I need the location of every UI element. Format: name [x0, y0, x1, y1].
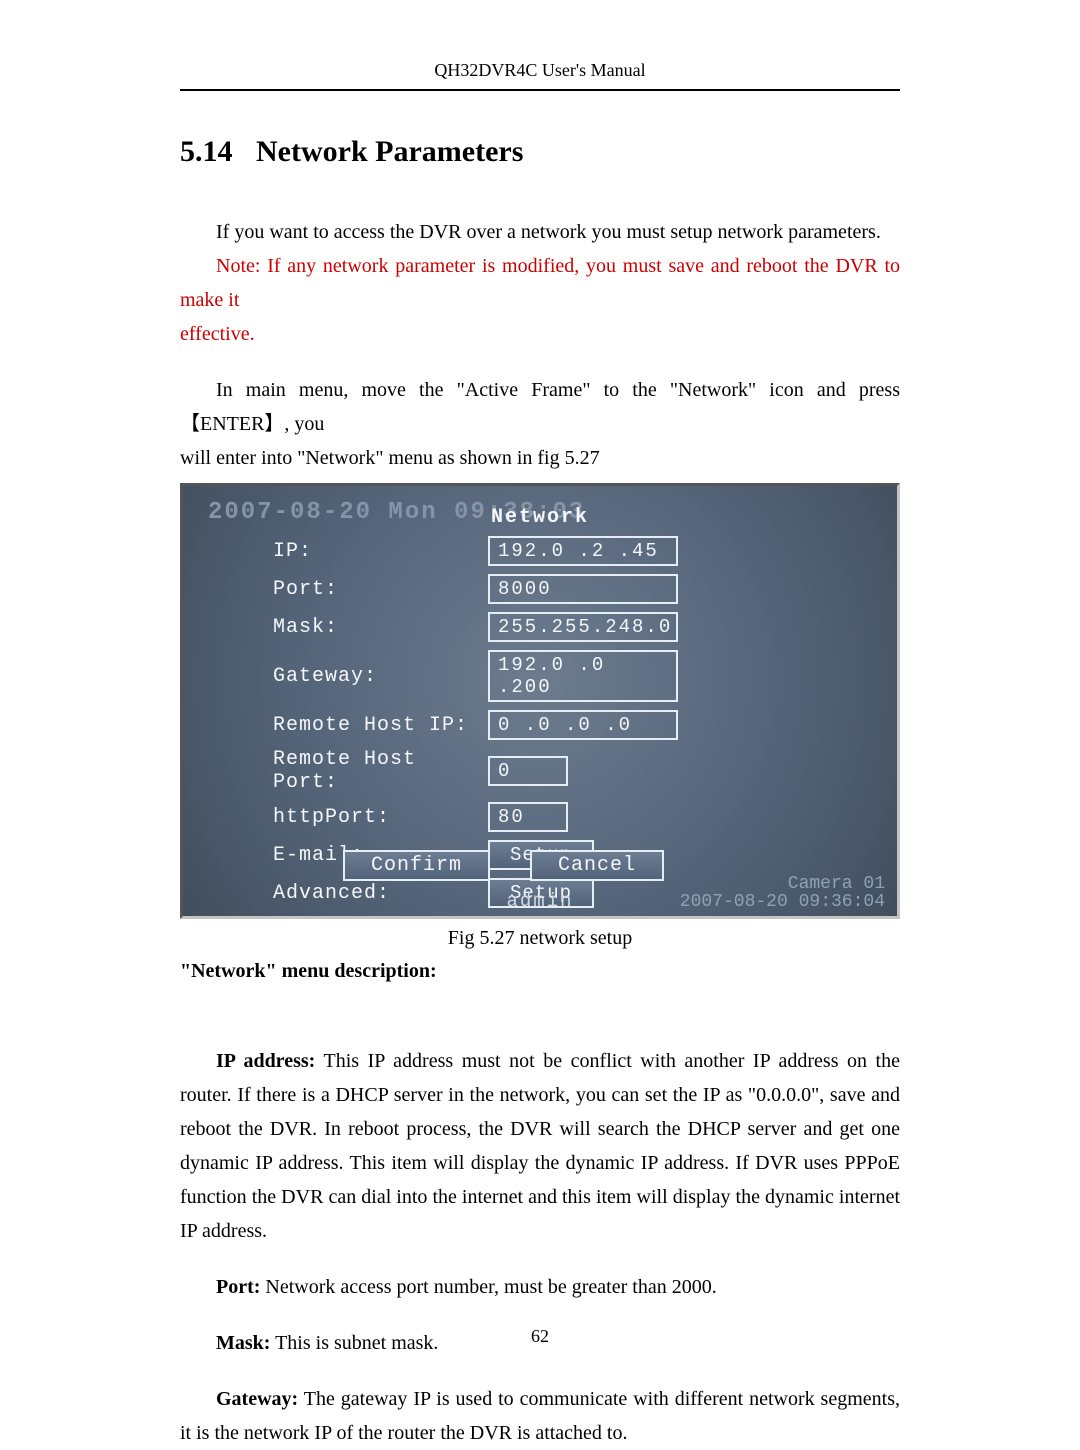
- intro-block: If you want to access the DVR over a net…: [180, 215, 900, 351]
- section-heading: 5.14 Network Parameters: [180, 135, 900, 169]
- dvr-input-remote-ip[interactable]: 0 .0 .0 .0: [488, 710, 678, 740]
- dvr-label-remote-port: Remote Host Port:: [273, 748, 488, 794]
- desc-port: Port: Network access port number, must b…: [180, 1270, 900, 1304]
- nav-line-1: In main menu, move the "Active Frame" to…: [180, 373, 900, 441]
- dvr-label-ip: IP:: [273, 540, 488, 563]
- dvr-button-row: Confirm Cancel: [343, 850, 664, 881]
- dvr-input-port[interactable]: 8000: [488, 574, 678, 604]
- dvr-row-remote-port: Remote Host Port: 0: [273, 748, 857, 794]
- dvr-label-httpport: httpPort:: [273, 806, 488, 829]
- dvr-admin-label: admin: [183, 890, 897, 912]
- dvr-row-remote-ip: Remote Host IP: 0 .0 .0 .0: [273, 710, 857, 740]
- section-number: 5.14: [180, 135, 233, 169]
- nav-block: In main menu, move the "Active Frame" to…: [180, 373, 900, 475]
- dvr-input-remote-port[interactable]: 0: [488, 756, 568, 786]
- intro-line-1: If you want to access the DVR over a net…: [180, 215, 900, 249]
- dvr-row-mask: Mask: 255.255.248.0: [273, 612, 857, 642]
- dvr-input-httpport[interactable]: 80: [488, 802, 568, 832]
- desc-heading: "Network" menu description:: [180, 960, 437, 982]
- dvr-row-ip: IP: 192.0 .2 .45: [273, 536, 857, 566]
- dvr-input-gateway[interactable]: 192.0 .0 .200: [488, 650, 678, 702]
- desc-ip: IP address: This IP address must not be …: [180, 1044, 900, 1248]
- dvr-label-mask: Mask:: [273, 616, 488, 639]
- dvr-row-gateway: Gateway: 192.0 .0 .200: [273, 650, 857, 702]
- note-line-2: effective.: [180, 317, 900, 351]
- dvr-label-remote-ip: Remote Host IP:: [273, 714, 488, 737]
- dvr-row-httpport: httpPort: 80: [273, 802, 857, 832]
- desc-gateway: Gateway: The gateway IP is used to commu…: [180, 1382, 900, 1450]
- dvr-menu-title: Network: [183, 506, 897, 529]
- figure-caption: Fig 5.27 network setup: [180, 927, 900, 950]
- nav-line-2: will enter into "Network" menu as shown …: [180, 441, 900, 475]
- desc-port-text: Network access port number, must be grea…: [260, 1276, 716, 1298]
- dvr-label-gateway: Gateway:: [273, 665, 488, 688]
- dvr-network-menu: 2007-08-20 Mon 09:38:03 Network IP: 192.…: [180, 483, 900, 919]
- dvr-row-port: Port: 8000: [273, 574, 857, 604]
- running-header: QH32DVR4C User's Manual: [180, 60, 900, 91]
- dvr-confirm-button[interactable]: Confirm: [343, 850, 490, 881]
- desc-port-bold: Port:: [216, 1276, 260, 1298]
- dvr-cancel-button[interactable]: Cancel: [530, 850, 664, 881]
- dvr-input-ip[interactable]: 192.0 .2 .45: [488, 536, 678, 566]
- note-line-1: Note: If any network parameter is modifi…: [180, 249, 900, 317]
- desc-gw-bold: Gateway:: [216, 1388, 298, 1410]
- dvr-input-mask[interactable]: 255.255.248.0: [488, 612, 678, 642]
- manual-page: QH32DVR4C User's Manual 5.14 Network Par…: [0, 0, 1080, 1397]
- dvr-label-port: Port:: [273, 578, 488, 601]
- page-number: 62: [0, 1326, 1080, 1347]
- section-title-text: Network Parameters: [256, 135, 523, 168]
- desc-ip-text: This IP address must not be conflict wit…: [180, 1050, 900, 1242]
- desc-ip-bold: IP address:: [216, 1050, 315, 1072]
